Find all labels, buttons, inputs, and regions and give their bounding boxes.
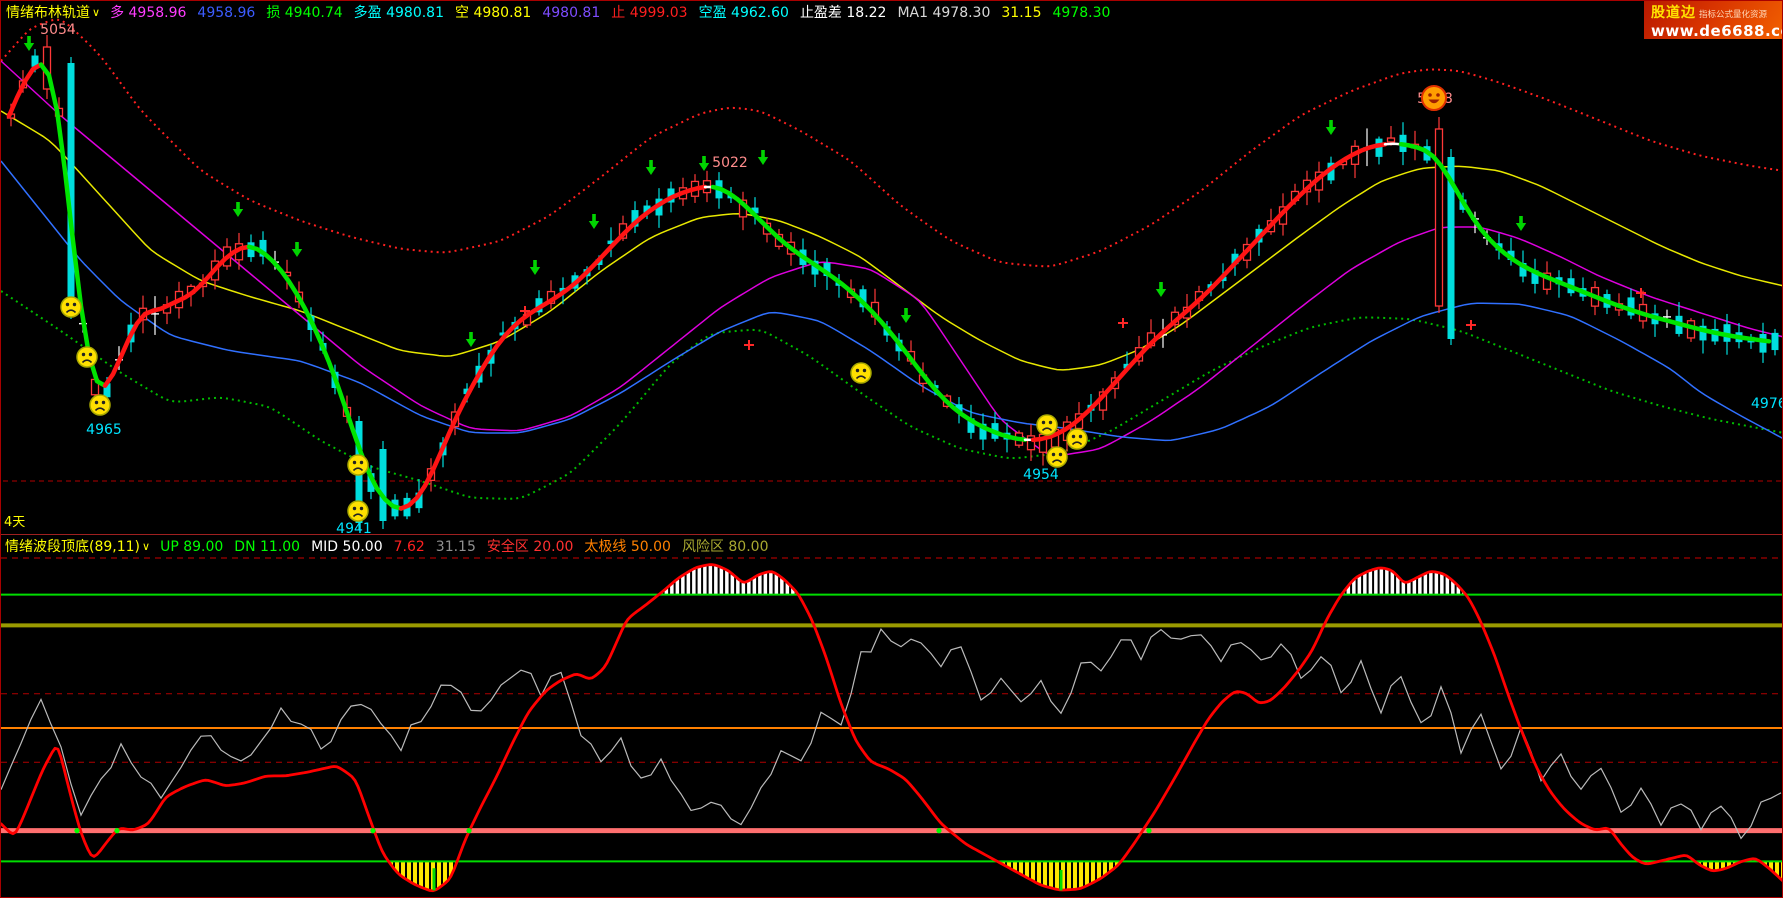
trend-ma-segment: [401, 187, 705, 509]
sell-arrow-icon: [24, 36, 34, 51]
indicator-value: 空盈 4962.60: [699, 5, 789, 21]
sell-arrow-icon: [1516, 216, 1526, 231]
oscillator-indicator-bar: 情绪波段顶底(89,11)∨ UP 89.00 DN 11.00 MID 50.00 7…: [5, 538, 779, 556]
threshold-fill: [661, 565, 796, 595]
indicator-value: 空 4980.81: [455, 5, 531, 21]
sad-smiley-icon: [61, 297, 81, 317]
indicator-value: MID 50.00: [311, 539, 383, 555]
sad-smiley-icon: [90, 395, 110, 415]
price-label: 5054: [40, 22, 76, 38]
brand-tagline: 指标公式量化资源: [1699, 10, 1767, 20]
signal-dot: [74, 828, 79, 833]
happy-smiley-icon: [1422, 86, 1446, 110]
indicator-value: 损 4940.74: [266, 5, 342, 21]
oscillator-indicator-name[interactable]: 情绪波段顶底(89,11): [5, 539, 140, 555]
indicator-value: 31.15: [436, 539, 476, 555]
lower-bar-values: UP 89.00 DN 11.00 MID 50.00 7.62 31.15 安全区 20…: [160, 539, 779, 555]
indicator-value: 安全区 20.00: [487, 539, 574, 555]
sell-arrow-icon: [1156, 282, 1166, 297]
signal-dot: [114, 828, 119, 833]
indicator-value: 太极线 50.00: [584, 539, 671, 555]
sad-smiley-icon: [851, 363, 871, 383]
plus-marker-icon: [1118, 318, 1128, 328]
indicator-value: 止 4999.03: [611, 5, 687, 21]
indicator-value: 多盈 4980.81: [354, 5, 444, 21]
sell-arrow-icon: [233, 202, 243, 217]
sad-smiley-icon: [77, 347, 97, 367]
indicator-value: UP 89.00: [160, 539, 223, 555]
price-label: 5022: [712, 155, 748, 171]
indicator-value: 4980.81: [542, 5, 600, 21]
indicator-value: 止盈差 18.22: [800, 5, 887, 21]
sell-arrow-icon: [292, 242, 302, 257]
sell-arrow-icon: [758, 150, 768, 165]
sad-smiley-icon: [1047, 447, 1067, 467]
indicator-value: 4978.30: [1052, 5, 1110, 21]
top-bar-values: 多 4958.96 4958.96 损 4940.74 多盈 4980.81 空 498…: [110, 5, 1121, 21]
sell-arrow-icon: [1326, 120, 1336, 135]
oscillator-chart[interactable]: [1, 557, 1783, 898]
main-price-chart[interactable]: 5054502250484965494149544976: [1, 1, 1783, 535]
indicator-value: 7.62: [394, 539, 425, 555]
price-label: 4941: [336, 521, 372, 535]
brand-logo[interactable]: 股道边指标公式量化资源 www.de6688.com: [1644, 1, 1782, 39]
trend-ma-segment: [713, 187, 1025, 440]
price-label: 4965: [86, 422, 122, 438]
chevron-down-icon[interactable]: ∨: [92, 6, 100, 19]
sad-smiley-icon: [1037, 415, 1057, 435]
channel-band-line: [1, 20, 1783, 267]
sell-arrow-icon: [646, 160, 656, 175]
signal-dot: [466, 828, 471, 833]
plus-marker-icon: [1466, 320, 1476, 330]
sad-smiley-icon: [348, 455, 368, 475]
indicator-value: MA1 4978.30: [897, 5, 990, 21]
sell-arrow-icon: [466, 332, 476, 347]
period-label: 4天: [4, 511, 25, 530]
price-label: 4954: [1023, 467, 1059, 483]
chevron-down-icon[interactable]: ∨: [142, 540, 150, 553]
main-indicator-name[interactable]: 情绪布林轨道: [6, 5, 90, 21]
sell-arrow-icon: [699, 156, 709, 171]
main-indicator-bar: 情绪布林轨道∨ 多 4958.96 4958.96 损 4940.74 多盈 4980.…: [6, 3, 1121, 23]
sell-arrow-icon: [530, 260, 540, 275]
trend-ma-segment: [1385, 144, 1401, 145]
channel-band-line: [1, 161, 1783, 440]
plus-marker-icon: [744, 340, 754, 350]
price-label: 4976: [1751, 396, 1783, 412]
brand-url: www.de6688.com: [1651, 23, 1776, 40]
indicator-value: 4958.96: [197, 5, 255, 21]
indicator-value: 多 4958.96: [110, 5, 186, 21]
trend-ma-segment: [1033, 144, 1385, 440]
sell-arrow-icon: [901, 308, 911, 323]
brand-logo-top: 股道边指标公式量化资源: [1651, 4, 1776, 23]
signal-dot: [1146, 828, 1151, 833]
plus-marker-icon: [1636, 288, 1646, 298]
trading-app-window: 5054502250484965494149544976 情绪布林轨道∨多 49…: [0, 0, 1783, 898]
indicator-value: 风险区 80.00: [682, 539, 769, 555]
panel-divider: [1, 534, 1783, 535]
oscillator-secondary-line: [1, 629, 1781, 838]
signal-dot: [936, 828, 941, 833]
sad-smiley-icon: [1067, 429, 1087, 449]
trend-ma-segment: [1401, 144, 1769, 341]
indicator-value: 31.15: [1001, 5, 1041, 21]
sell-arrow-icon: [589, 214, 599, 229]
signal-dot: [370, 828, 375, 833]
channel-band-line: [1, 291, 1783, 499]
brand-name: 股道边: [1651, 5, 1696, 21]
indicator-value: DN 11.00: [234, 539, 300, 555]
sad-smiley-icon: [348, 501, 368, 521]
